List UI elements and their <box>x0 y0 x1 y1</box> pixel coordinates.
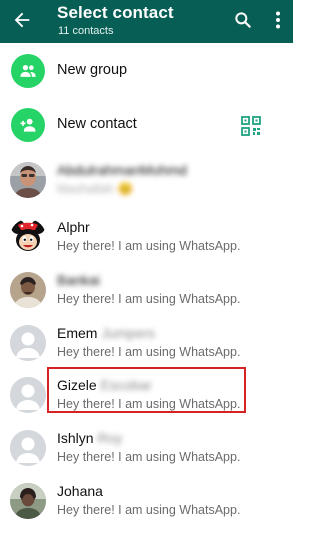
search-icon[interactable] <box>233 10 253 30</box>
contact-status: Hey there! I am using WhatsApp. <box>57 503 241 517</box>
contact-status: Hey there! I am using WhatsApp. <box>57 345 241 359</box>
contact-row[interactable]: Bankai Hey there! I am using WhatsApp. <box>0 267 293 325</box>
contact-name: AbdulrahmanMohmd <box>57 162 187 178</box>
app-bar: Select contact 11 contacts <box>0 0 293 43</box>
new-contact-label: New contact <box>57 116 137 132</box>
contact-avatar <box>10 162 46 198</box>
contact-row[interactable]: Alphr Hey there! I am using WhatsApp. <box>0 214 293 272</box>
contact-avatar <box>10 219 46 255</box>
back-arrow-icon[interactable] <box>11 9 33 31</box>
contact-name: Ishlyn Roy <box>57 430 123 446</box>
default-avatar-icon <box>10 430 46 466</box>
contact-name: Alphr <box>57 219 90 235</box>
contact-name: Johana <box>57 483 103 499</box>
new-contact-row[interactable]: New contact <box>0 102 293 154</box>
contact-avatar <box>10 272 46 308</box>
contact-name: Bankai <box>57 272 100 288</box>
highlight-box <box>47 367 246 413</box>
contact-row[interactable]: Johana Hey there! I am using WhatsApp. <box>0 478 293 536</box>
contact-status: Mashallah 😊 <box>57 182 134 196</box>
contact-status: Hey there! I am using WhatsApp. <box>57 239 241 253</box>
page-title: Select contact <box>57 3 174 22</box>
contact-row[interactable]: Ishlyn Roy Hey there! I am using WhatsAp… <box>0 425 293 483</box>
contact-name: Emem Jumpers <box>57 325 156 341</box>
contact-count: 11 contacts <box>58 25 114 37</box>
contact-avatar <box>10 483 46 519</box>
new-group-label: New group <box>57 62 128 78</box>
group-icon <box>11 54 45 88</box>
contact-surname: Roy <box>97 430 123 446</box>
default-avatar-icon <box>10 377 46 413</box>
qr-code-icon[interactable] <box>240 115 262 137</box>
contact-row[interactable]: AbdulrahmanMohmd Mashallah 😊 <box>0 157 293 215</box>
new-group-row[interactable]: New group <box>0 48 293 100</box>
default-avatar-icon <box>10 325 46 361</box>
contact-status: Hey there! I am using WhatsApp. <box>57 292 241 306</box>
contact-surname: Jumpers <box>101 325 156 341</box>
add-person-icon <box>11 108 45 142</box>
contact-status: Hey there! I am using WhatsApp. <box>57 450 241 464</box>
more-options-icon[interactable] <box>272 10 284 30</box>
